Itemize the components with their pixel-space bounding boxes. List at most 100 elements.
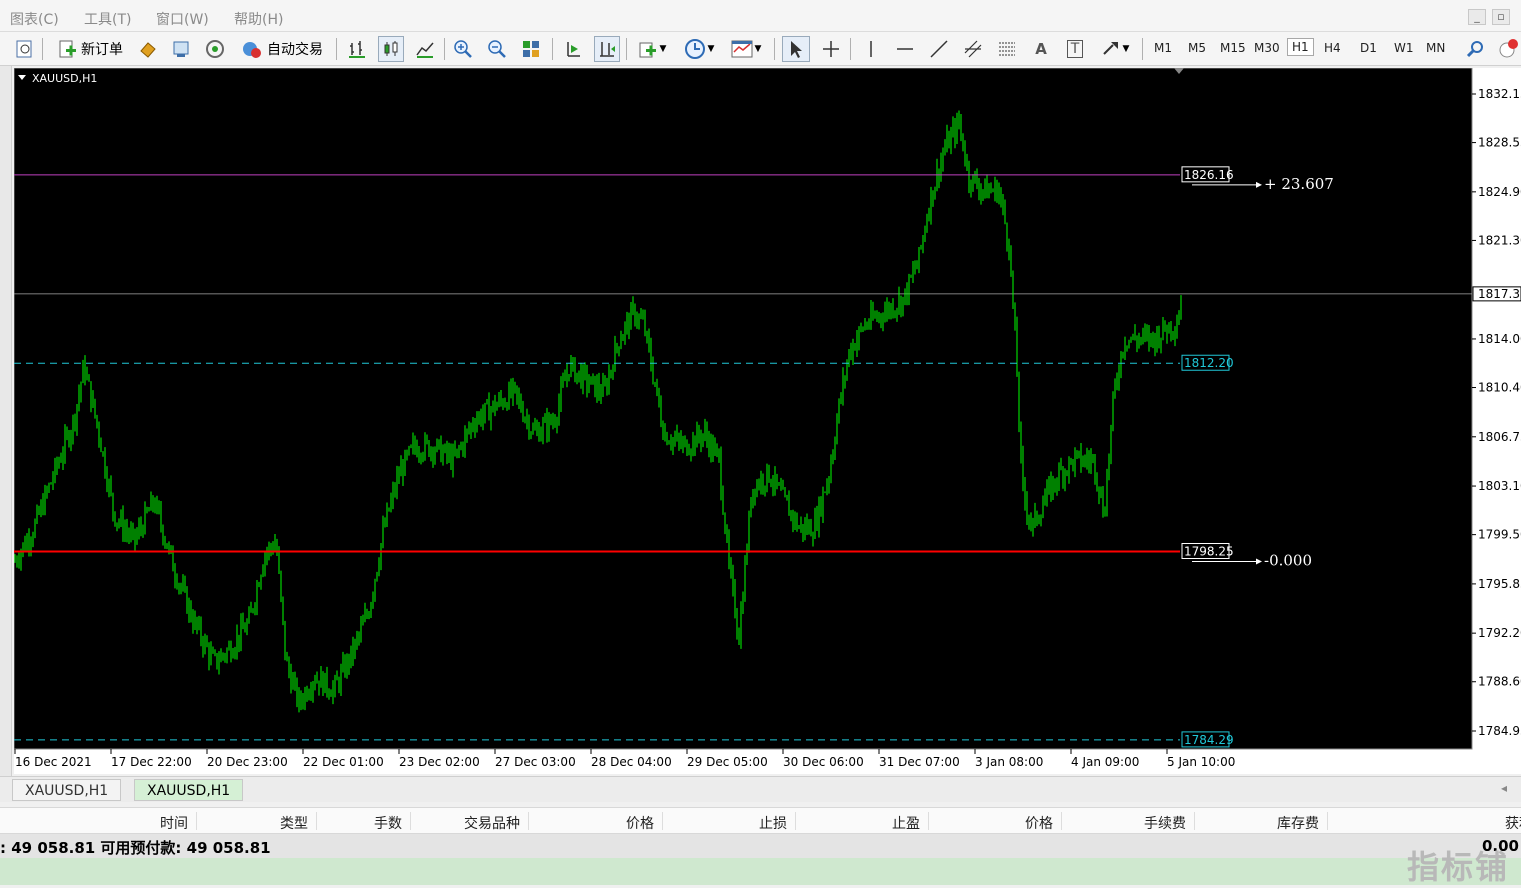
- chevron-left-icon[interactable]: ◂: [1501, 781, 1507, 795]
- chevron-down-icon: ▼: [707, 44, 715, 54]
- new-order-button[interactable]: 新订单: [52, 36, 128, 62]
- market-watch-icon[interactable]: [136, 36, 160, 62]
- navigator-icon[interactable]: [168, 36, 194, 62]
- timeframe-m15[interactable]: M15: [1220, 41, 1246, 55]
- column-separator: [1061, 812, 1062, 830]
- price-label: 1799.50: [1478, 528, 1521, 542]
- price-label: 1803.10: [1478, 479, 1521, 493]
- timeframe-m30[interactable]: M30: [1254, 41, 1280, 55]
- column-separator: [410, 812, 411, 830]
- column-separator: [662, 812, 663, 830]
- cursor-icon[interactable]: [782, 36, 810, 62]
- price-label: 1784.95: [1478, 724, 1521, 738]
- zoom-in-icon[interactable]: [450, 36, 476, 62]
- line-chart-icon[interactable]: [412, 36, 438, 62]
- fib-ratio-label: -0.000: [1264, 552, 1312, 570]
- level-label: 1798.25: [1184, 545, 1234, 559]
- auto-trade-icon: [243, 42, 261, 58]
- bar-chart-icon[interactable]: [344, 36, 370, 62]
- periods-dropdown[interactable]: ▼: [680, 36, 718, 62]
- search-icon[interactable]: [1462, 36, 1488, 62]
- auto-scroll-icon[interactable]: [560, 36, 586, 62]
- auto-trade-label: 自动交易: [267, 42, 323, 58]
- terminal-header: 时间 类型 手数 交易品种 价格 止损 止盈 价格 手续费 库存费 获利: [0, 807, 1521, 834]
- price-label: 1792.20: [1478, 626, 1521, 640]
- fibonacci-icon[interactable]: [994, 36, 1020, 62]
- column-header-4[interactable]: 价格: [626, 813, 654, 833]
- price-chart[interactable]: 1832.15 1828.55 1824.90 1821.30 1817.34 1814.…: [14, 68, 1521, 774]
- column-separator: [1194, 812, 1195, 830]
- time-label: 5 Jan 10:00: [1167, 755, 1235, 769]
- channel-icon[interactable]: [960, 36, 986, 62]
- indicators-dropdown[interactable]: ▼: [634, 36, 670, 62]
- zoom-window-icon[interactable]: [12, 36, 38, 62]
- time-label: 22 Dec 01:00: [303, 755, 384, 769]
- auto-trade-button[interactable]: 自动交易: [236, 36, 328, 62]
- restore-icon[interactable]: ▫: [1492, 9, 1510, 25]
- chevron-down-icon: ▼: [754, 44, 762, 54]
- signals-icon[interactable]: [202, 36, 228, 62]
- price-label: 1795.85: [1478, 577, 1521, 591]
- price-label: 1788.60: [1478, 675, 1521, 689]
- chart-window[interactable]: 1832.15 1828.55 1824.90 1821.30 1817.34 1814.…: [14, 68, 1521, 774]
- chart-tab-2[interactable]: XAUUSD,H1: [134, 779, 244, 801]
- trend-line-icon[interactable]: [926, 36, 952, 62]
- vertical-line-icon[interactable]: [858, 36, 884, 62]
- time-label: 17 Dec 22:00: [111, 755, 192, 769]
- price-label: 1806.75: [1478, 430, 1521, 444]
- timeframe-d1[interactable]: D1: [1360, 41, 1377, 55]
- zoom-out-icon[interactable]: [484, 36, 510, 62]
- level-label: 1812.20: [1184, 356, 1234, 370]
- column-header-6[interactable]: 止盈: [892, 813, 920, 833]
- level-label: 1826.16: [1184, 168, 1234, 182]
- column-header-0[interactable]: 时间: [160, 813, 188, 833]
- timeframe-w1[interactable]: W1: [1394, 41, 1414, 55]
- candlestick-chart-icon[interactable]: [378, 36, 404, 62]
- templates-dropdown[interactable]: ▼: [726, 36, 766, 62]
- crosshair-icon[interactable]: [818, 36, 844, 62]
- time-label: 16 Dec 2021: [15, 755, 92, 769]
- notifications-icon[interactable]: [1496, 36, 1520, 62]
- column-header-7[interactable]: 价格: [1025, 813, 1053, 833]
- column-header-2[interactable]: 手数: [374, 813, 402, 833]
- column-separator: [316, 812, 317, 830]
- new-order-label: 新订单: [81, 42, 123, 58]
- time-label: 4 Jan 09:00: [1071, 755, 1139, 769]
- menu-tools[interactable]: 工具(T): [84, 9, 131, 29]
- chart-shift-icon[interactable]: [594, 36, 620, 62]
- column-separator: [795, 812, 796, 830]
- text-tool-icon[interactable]: A: [1028, 36, 1054, 62]
- chart-tab-1[interactable]: XAUUSD,H1: [12, 779, 122, 801]
- terminal-footer: [0, 858, 1521, 885]
- menu-help[interactable]: 帮助(H): [234, 9, 283, 29]
- column-header-5[interactable]: 止损: [759, 813, 787, 833]
- minimize-icon[interactable]: _: [1468, 9, 1486, 25]
- watermark-logo: 指标铺: [1406, 848, 1509, 886]
- chevron-down-icon: ▼: [1122, 44, 1130, 54]
- column-header-3[interactable]: 交易品种: [464, 813, 520, 833]
- timeframe-m5[interactable]: M5: [1188, 41, 1206, 55]
- menu-chart[interactable]: 图表(C): [10, 9, 59, 29]
- timeframe-h4[interactable]: H4: [1324, 41, 1341, 55]
- column-header-10[interactable]: 获利: [1505, 813, 1521, 833]
- time-label: 29 Dec 05:00: [687, 755, 768, 769]
- column-separator: [528, 812, 529, 830]
- timeframe-mn[interactable]: MN: [1426, 41, 1445, 55]
- column-header-8[interactable]: 手续费: [1144, 813, 1186, 833]
- menu-window[interactable]: 窗口(W): [156, 9, 209, 29]
- column-separator: [1327, 812, 1328, 830]
- horizontal-line-icon[interactable]: [892, 36, 918, 62]
- column-header-1[interactable]: 类型: [280, 813, 308, 833]
- text-label-icon[interactable]: T: [1062, 36, 1088, 62]
- timeframe-m1[interactable]: M1: [1154, 41, 1172, 55]
- chart-symbol-label: XAUUSD,H1: [32, 72, 97, 85]
- timeframe-h1[interactable]: H1: [1287, 38, 1314, 56]
- template-icon: [731, 40, 753, 58]
- price-label: 1810.40: [1478, 381, 1521, 395]
- tile-windows-icon[interactable]: [518, 36, 544, 62]
- column-header-9[interactable]: 库存费: [1277, 813, 1319, 833]
- arrows-dropdown[interactable]: ▼: [1096, 36, 1134, 62]
- price-label: 1832.15: [1478, 87, 1521, 101]
- price-label: 1814.00: [1478, 332, 1521, 346]
- price-label: 1828.55: [1478, 136, 1521, 150]
